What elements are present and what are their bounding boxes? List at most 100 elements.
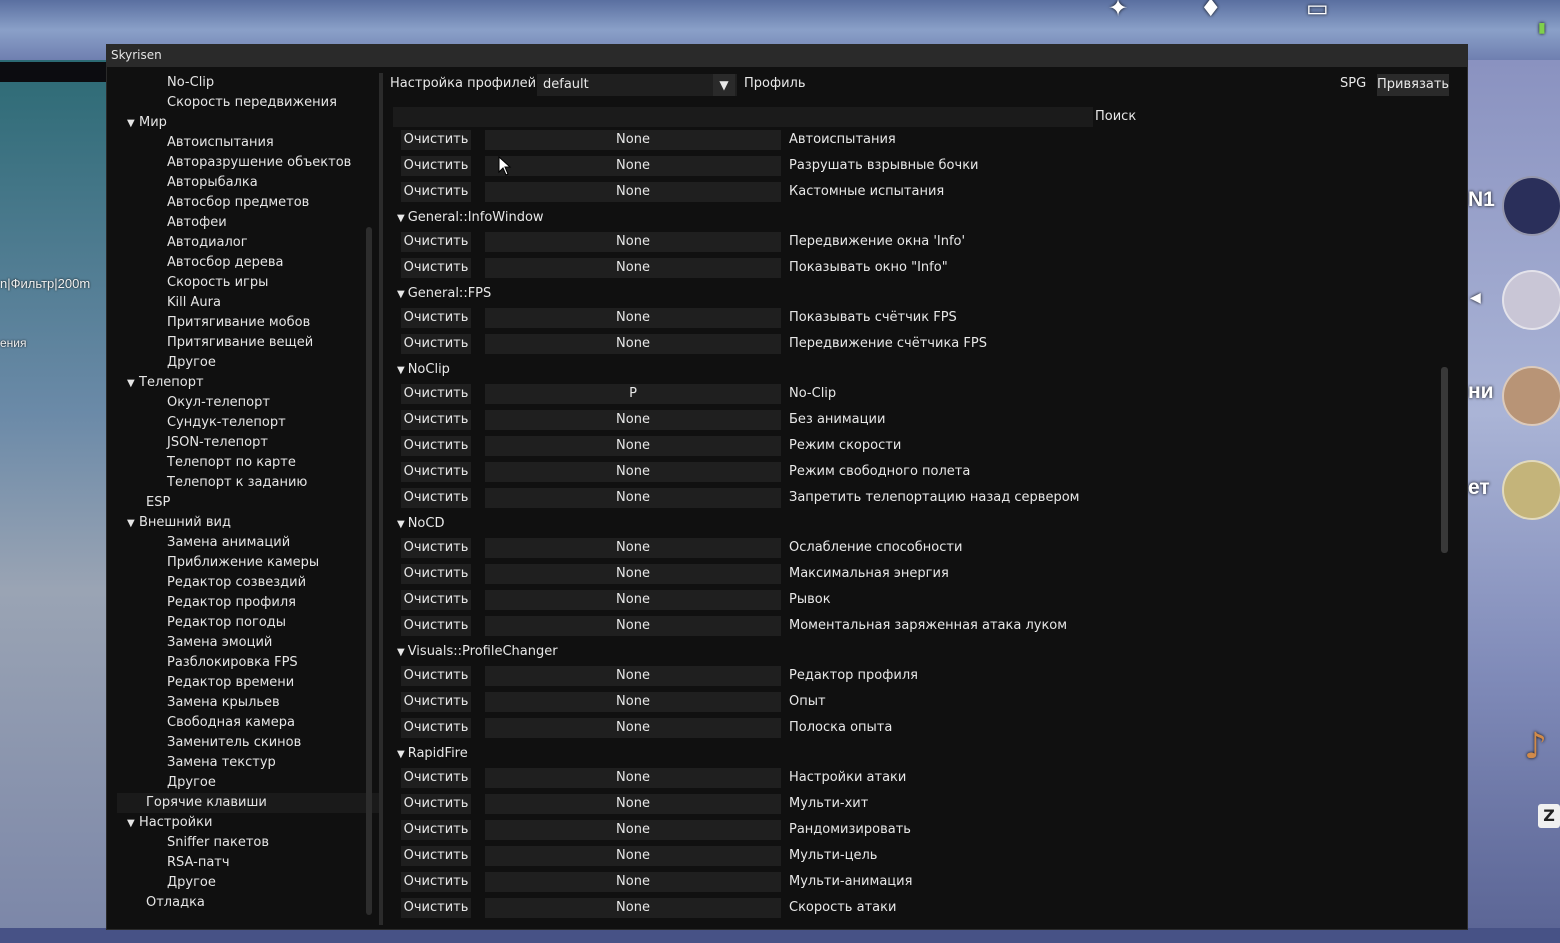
hotkey-binding-field[interactable]: None bbox=[485, 768, 781, 788]
sidebar-item[interactable]: Притягивание мобов bbox=[117, 313, 379, 333]
clear-button[interactable]: Очистить bbox=[401, 616, 471, 636]
sidebar-item[interactable]: Другое bbox=[117, 773, 379, 793]
hotkey-section-header[interactable]: ▼ NoCD bbox=[397, 512, 444, 536]
hotkey-binding-field[interactable]: None bbox=[485, 436, 781, 456]
clear-button[interactable]: Очистить bbox=[401, 538, 471, 558]
hotkey-binding-field[interactable]: None bbox=[485, 410, 781, 430]
clear-button[interactable]: Очистить bbox=[401, 794, 471, 814]
search-input[interactable] bbox=[393, 107, 1093, 127]
sidebar-item[interactable]: Редактор погоды bbox=[117, 613, 379, 633]
hotkey-binding-field[interactable]: None bbox=[485, 538, 781, 558]
chevron-down-icon[interactable]: ▼ bbox=[713, 74, 735, 96]
sidebar-item[interactable]: Сундук-телепорт bbox=[117, 413, 379, 433]
book-icon[interactable]: ▭ bbox=[1306, 0, 1329, 22]
clear-button[interactable]: Очистить bbox=[401, 436, 471, 456]
clear-button[interactable]: Очистить bbox=[401, 846, 471, 866]
clear-button[interactable]: Очистить bbox=[401, 488, 471, 508]
clear-button[interactable]: Очистить bbox=[401, 182, 471, 202]
arrow-left-icon[interactable]: ◀ bbox=[1470, 290, 1481, 306]
sidebar-item[interactable]: ▼ Внешний вид bbox=[117, 513, 367, 533]
hotkey-binding-field[interactable]: None bbox=[485, 794, 781, 814]
sidebar-item[interactable]: No-Clip bbox=[117, 73, 379, 93]
clear-button[interactable]: Очистить bbox=[401, 462, 471, 482]
clear-button[interactable]: Очистить bbox=[401, 872, 471, 892]
sidebar-item[interactable]: Sniffer пакетов bbox=[117, 833, 379, 853]
compass-icon[interactable]: ✦ bbox=[1108, 0, 1128, 22]
clear-button[interactable]: Очистить bbox=[401, 156, 471, 176]
sidebar-item[interactable]: ▼ Настройки bbox=[117, 813, 367, 833]
hotkey-binding-field[interactable]: None bbox=[485, 182, 781, 202]
pane-divider[interactable] bbox=[379, 73, 383, 925]
clear-button[interactable]: Очистить bbox=[401, 718, 471, 738]
hotkey-binding-field[interactable]: None bbox=[485, 334, 781, 354]
clear-button[interactable]: Очистить bbox=[401, 820, 471, 840]
sidebar-item[interactable]: Автоиспытания bbox=[117, 133, 379, 153]
expand-arrow-icon[interactable]: ▼ bbox=[127, 814, 139, 834]
sidebar-item[interactable]: RSA-патч bbox=[117, 853, 379, 873]
sidebar-item[interactable]: Свободная камера bbox=[117, 713, 379, 733]
clear-button[interactable]: Очистить bbox=[401, 410, 471, 430]
sidebar-item[interactable]: Автодиалог bbox=[117, 233, 379, 253]
hotkey-binding-field[interactable]: None bbox=[485, 692, 781, 712]
sidebar-item[interactable]: Отладка bbox=[117, 893, 379, 913]
clear-button[interactable]: Очистить bbox=[401, 898, 471, 918]
sidebar-item[interactable]: Разблокировка FPS bbox=[117, 653, 379, 673]
sidebar-item[interactable]: Автосбор предметов bbox=[117, 193, 379, 213]
hotkey-binding-field[interactable]: None bbox=[485, 130, 781, 150]
collapse-arrow-icon[interactable]: ▼ bbox=[397, 213, 405, 224]
clear-button[interactable]: Очистить bbox=[401, 308, 471, 328]
hotkey-binding-field[interactable]: None bbox=[485, 666, 781, 686]
hotkey-binding-field[interactable]: None bbox=[485, 590, 781, 610]
hotkey-binding-field[interactable]: None bbox=[485, 564, 781, 584]
hotkey-section-header[interactable]: ▼ General::FPS bbox=[397, 282, 491, 306]
clear-button[interactable]: Очистить bbox=[401, 232, 471, 252]
sidebar-item[interactable]: Авторазрушение объектов bbox=[117, 153, 379, 173]
clear-button[interactable]: Очистить bbox=[401, 130, 471, 150]
sidebar-item[interactable]: Замена крыльев bbox=[117, 693, 379, 713]
clear-button[interactable]: Очистить bbox=[401, 590, 471, 610]
sidebar-item[interactable]: Редактор времени bbox=[117, 673, 379, 693]
main-scrollbar[interactable] bbox=[1441, 367, 1448, 553]
clear-button[interactable]: Очистить bbox=[401, 768, 471, 788]
hotkey-binding-field[interactable]: None bbox=[485, 820, 781, 840]
sidebar-item[interactable]: Kill Aura bbox=[117, 293, 379, 313]
sidebar-item[interactable]: Замена текстур bbox=[117, 753, 379, 773]
expand-arrow-icon[interactable]: ▼ bbox=[127, 514, 139, 534]
hotkey-binding-field[interactable]: P bbox=[485, 384, 781, 404]
hotkey-section-header[interactable]: ▼ RapidFire bbox=[397, 742, 468, 766]
sidebar-item[interactable]: Авторыбалка bbox=[117, 173, 379, 193]
hotkey-binding-field[interactable]: None bbox=[485, 616, 781, 636]
collapse-arrow-icon[interactable]: ▼ bbox=[397, 749, 405, 760]
hotkey-binding-field[interactable]: None bbox=[485, 156, 781, 176]
sidebar-item[interactable]: Замена эмоций bbox=[117, 633, 379, 653]
clear-button[interactable]: Очистить bbox=[401, 258, 471, 278]
party-avatar-4[interactable] bbox=[1502, 460, 1560, 520]
sidebar-item[interactable]: JSON-телепорт bbox=[117, 433, 379, 453]
hotkey-binding-field[interactable]: None bbox=[485, 462, 781, 482]
hotkey-section-header[interactable]: ▼ NoClip bbox=[397, 358, 450, 382]
sidebar-item[interactable]: Телепорт к заданию bbox=[117, 473, 379, 493]
hotkey-section-header[interactable]: ▼ General::InfoWindow bbox=[397, 206, 544, 230]
hotkey-binding-field[interactable]: None bbox=[485, 258, 781, 278]
sidebar-item[interactable]: ESP bbox=[117, 493, 379, 513]
party-avatar-2[interactable] bbox=[1502, 270, 1560, 330]
sidebar-item[interactable]: Автофеи bbox=[117, 213, 379, 233]
map-pin-icon[interactable]: ♦ bbox=[1200, 0, 1222, 22]
sidebar-item[interactable]: Скорость игры bbox=[117, 273, 379, 293]
lyre-icon[interactable]: ♪ bbox=[1524, 726, 1547, 767]
expand-arrow-icon[interactable]: ▼ bbox=[127, 374, 139, 394]
clear-button[interactable]: Очистить bbox=[401, 334, 471, 354]
hotkey-binding-field[interactable]: None bbox=[485, 872, 781, 892]
sidebar-item[interactable]: Окул-телепорт bbox=[117, 393, 379, 413]
sidebar-item[interactable]: Другое bbox=[117, 873, 379, 893]
collapse-arrow-icon[interactable]: ▼ bbox=[397, 289, 405, 300]
hotkey-binding-field[interactable]: None bbox=[485, 232, 781, 252]
clear-button[interactable]: Очистить bbox=[401, 564, 471, 584]
hotkey-binding-field[interactable]: None bbox=[485, 718, 781, 738]
expand-arrow-icon[interactable]: ▼ bbox=[127, 114, 139, 134]
sidebar-item[interactable]: Автосбор дерева bbox=[117, 253, 379, 273]
collapse-arrow-icon[interactable]: ▼ bbox=[397, 519, 405, 530]
clear-button[interactable]: Очистить bbox=[401, 692, 471, 712]
collapse-arrow-icon[interactable]: ▼ bbox=[397, 647, 405, 658]
sidebar-item[interactable]: Замена анимаций bbox=[117, 533, 379, 553]
